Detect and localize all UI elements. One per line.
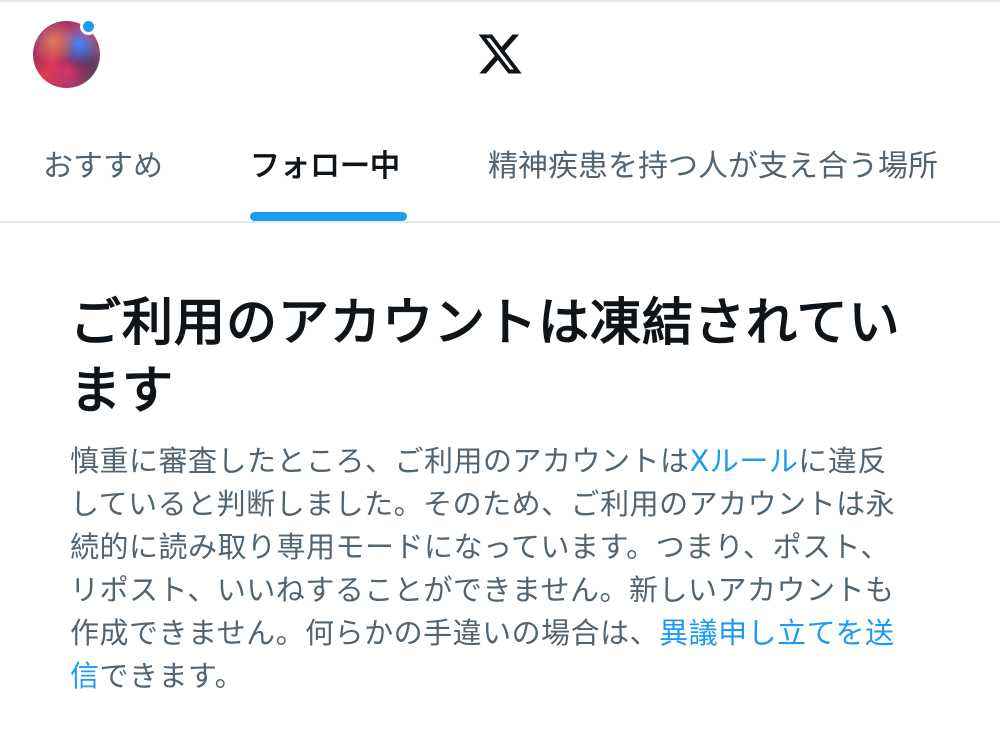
top-bar <box>0 0 1000 112</box>
notification-dot <box>80 18 97 35</box>
tab-community[interactable]: 精神疾患を持つ人が支え合う場所 <box>488 142 938 192</box>
suspension-message: 慎重に審査したところ、ご利用のアカウントはXルールに違反していると判断しました。… <box>70 440 915 698</box>
message-text-1: 慎重に審査したところ、ご利用のアカウントは <box>70 444 690 478</box>
message-text-3: できます。 <box>99 659 245 693</box>
suspension-title: ご利用のアカウントは凍結されています <box>70 294 901 421</box>
tabs-divider <box>0 221 1000 223</box>
timeline-tabs: おすすめ フォロー中 精神疾患を持つ人が支え合う場所 <box>0 112 1000 222</box>
tab-following[interactable]: フォロー中 <box>250 142 400 192</box>
active-tab-indicator <box>250 212 407 221</box>
tab-recommended[interactable]: おすすめ <box>43 142 163 192</box>
x-rules-link[interactable]: Xルール <box>690 444 799 478</box>
x-logo-icon[interactable] <box>475 30 525 78</box>
